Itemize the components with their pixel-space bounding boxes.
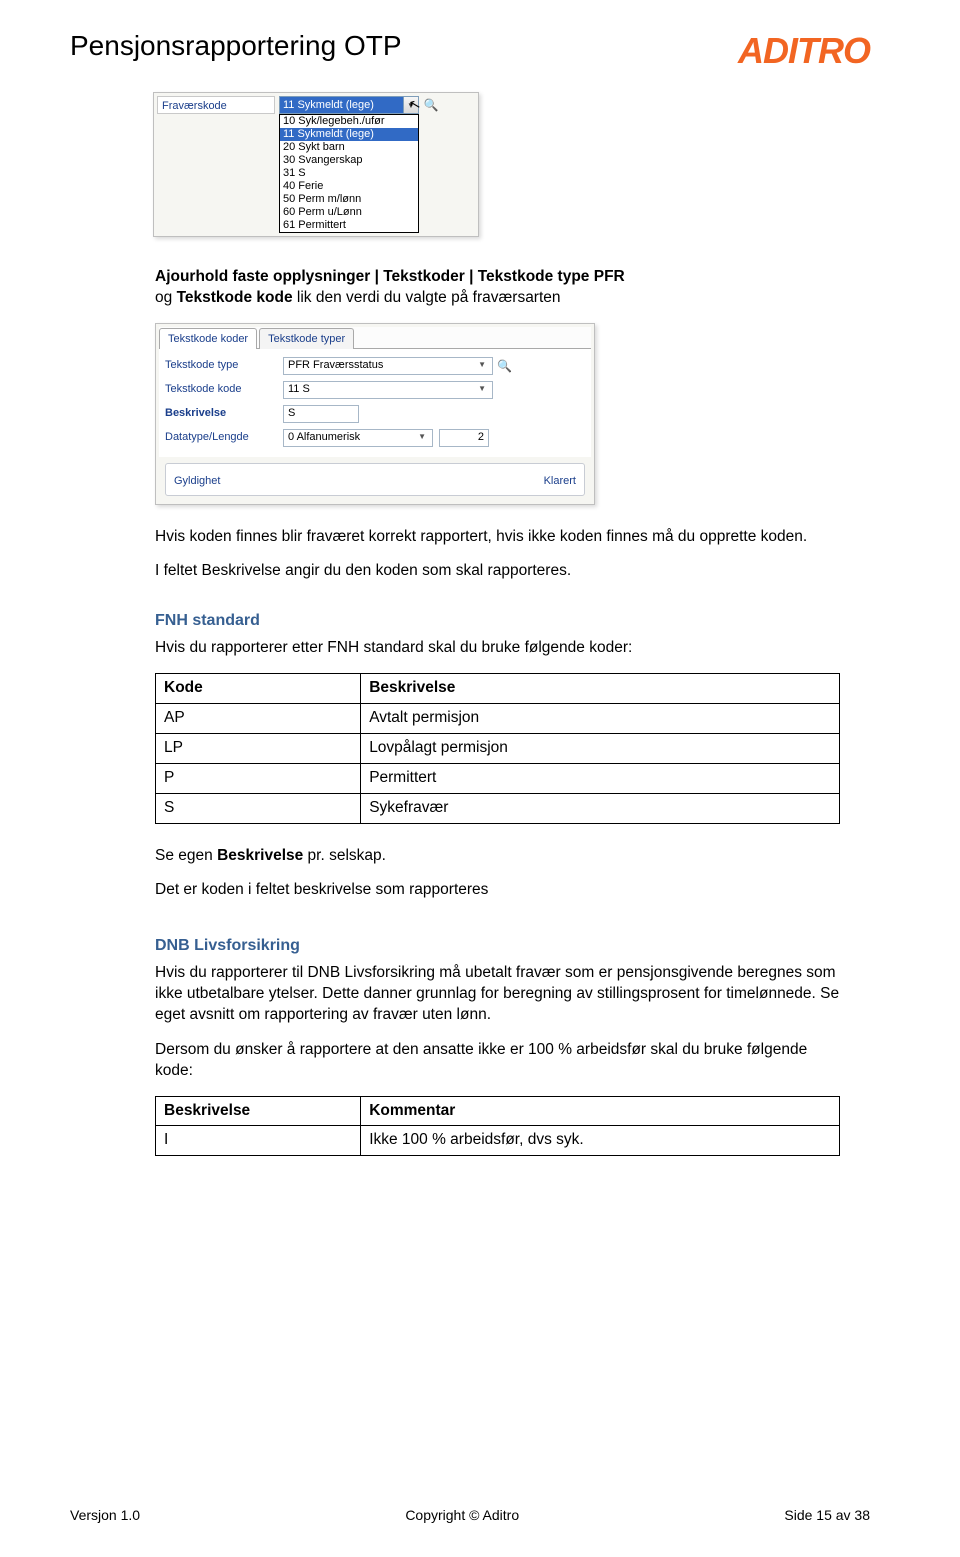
list-item[interactable]: 10 Syk/legebeh./ufør	[280, 115, 418, 128]
label-tekstkode-kode: Tekstkode kode	[165, 382, 283, 397]
label-datatype: Datatype/Lengde	[165, 430, 283, 445]
heading-fnh: FNH standard	[155, 610, 840, 632]
footer-page-number: Side 15 av 38	[784, 1507, 870, 1523]
paragraph: Det er koden i feltet beskrivelse som ra…	[155, 880, 840, 901]
table-row: APAvtalt permisjon	[156, 703, 840, 733]
brand-logo: ADITRO	[738, 30, 870, 72]
datatype-combobox[interactable]: 0 Alfanumerisk▼	[283, 429, 433, 447]
list-item[interactable]: 31 S	[280, 167, 418, 180]
search-icon[interactable]: 🔍	[423, 97, 439, 113]
tekstkode-type-combobox[interactable]: PFR Fraværsstatus▼	[283, 357, 493, 375]
field-label-fravaerskode: Fraværskode	[157, 96, 275, 114]
table-header: Beskrivelse	[156, 1096, 361, 1126]
paragraph: Hvis du rapporterer til DNB Livsforsikri…	[155, 963, 840, 1026]
list-item[interactable]: 11 Sykmeldt (lege)	[280, 128, 418, 141]
table-header: Kode	[156, 673, 361, 703]
table-header: Kommentar	[361, 1096, 840, 1126]
combobox-selected-value: 11 Sykmeldt (lege)	[280, 97, 403, 113]
list-item[interactable]: 50 Perm m/lønn	[280, 193, 418, 206]
list-item[interactable]: 61 Permittert	[280, 219, 418, 232]
label-klarert: Klarert	[544, 474, 576, 489]
form-screenshot: Tekstkode koder Tekstkode typer Tekstkod…	[155, 323, 595, 505]
footer-copyright: Copyright © Aditro	[405, 1507, 519, 1523]
chevron-down-icon: ▼	[476, 384, 488, 395]
combobox-dropdown-list[interactable]: 10 Syk/legebeh./ufør 11 Sykmeldt (lege) …	[279, 114, 419, 233]
chevron-down-icon[interactable]: ▼	[403, 97, 418, 113]
paragraph: Se egen Beskrivelse pr. selskap.	[155, 846, 840, 867]
lengde-input[interactable]: 2	[439, 429, 489, 447]
tekstkode-kode-combobox[interactable]: 11 S▼	[283, 381, 493, 399]
heading-dnb: DNB Livsforsikring	[155, 935, 840, 957]
list-item[interactable]: 20 Sykt barn	[280, 141, 418, 154]
chevron-down-icon: ▼	[476, 360, 488, 371]
paragraph: Hvis koden finnes blir fraværet korrekt …	[155, 527, 840, 548]
table-header: Beskrivelse	[361, 673, 840, 703]
paragraph: Dersom du ønsker å rapportere at den ans…	[155, 1040, 840, 1082]
table-row: SSykefravær	[156, 793, 840, 823]
search-icon[interactable]: 🔍	[497, 358, 512, 374]
beskrivelse-input[interactable]: S	[283, 405, 359, 423]
fnh-codes-table: Kode Beskrivelse APAvtalt permisjon LPLo…	[155, 673, 840, 824]
list-item[interactable]: 40 Ferie	[280, 180, 418, 193]
instruction-paragraph: Ajourhold faste opplysninger | Tekstkode…	[155, 267, 840, 309]
page-title: Pensjonsrapportering OTP	[70, 30, 402, 62]
list-item[interactable]: 30 Svangerskap	[280, 154, 418, 167]
table-row: IIkke 100 % arbeidsfør, dvs syk.	[156, 1126, 840, 1156]
dropdown-screenshot: Fraværskode 11 Sykmeldt (lege) ▼ 🔍 ↖ 10 …	[153, 92, 479, 237]
paragraph: Hvis du rapporterer etter FNH standard s…	[155, 638, 840, 659]
fravaerskode-combobox[interactable]: 11 Sykmeldt (lege) ▼	[279, 96, 419, 114]
list-item[interactable]: 60 Perm u/Lønn	[280, 206, 418, 219]
tab-tekstkode-koder[interactable]: Tekstkode koder	[159, 328, 257, 349]
table-row: LPLovpålagt permisjon	[156, 733, 840, 763]
label-tekstkode-type: Tekstkode type	[165, 358, 283, 373]
tab-tekstkode-typer[interactable]: Tekstkode typer	[259, 328, 354, 349]
dnb-codes-table: Beskrivelse Kommentar IIkke 100 % arbeid…	[155, 1096, 840, 1157]
label-gyldighet: Gyldighet	[174, 474, 220, 489]
validity-fieldset: Gyldighet Klarert	[165, 463, 585, 496]
chevron-down-icon: ▼	[416, 432, 428, 443]
label-beskrivelse: Beskrivelse	[165, 406, 283, 421]
table-row: PPermittert	[156, 763, 840, 793]
paragraph: I feltet Beskrivelse angir du den koden …	[155, 561, 840, 582]
footer-version: Versjon 1.0	[70, 1507, 140, 1523]
